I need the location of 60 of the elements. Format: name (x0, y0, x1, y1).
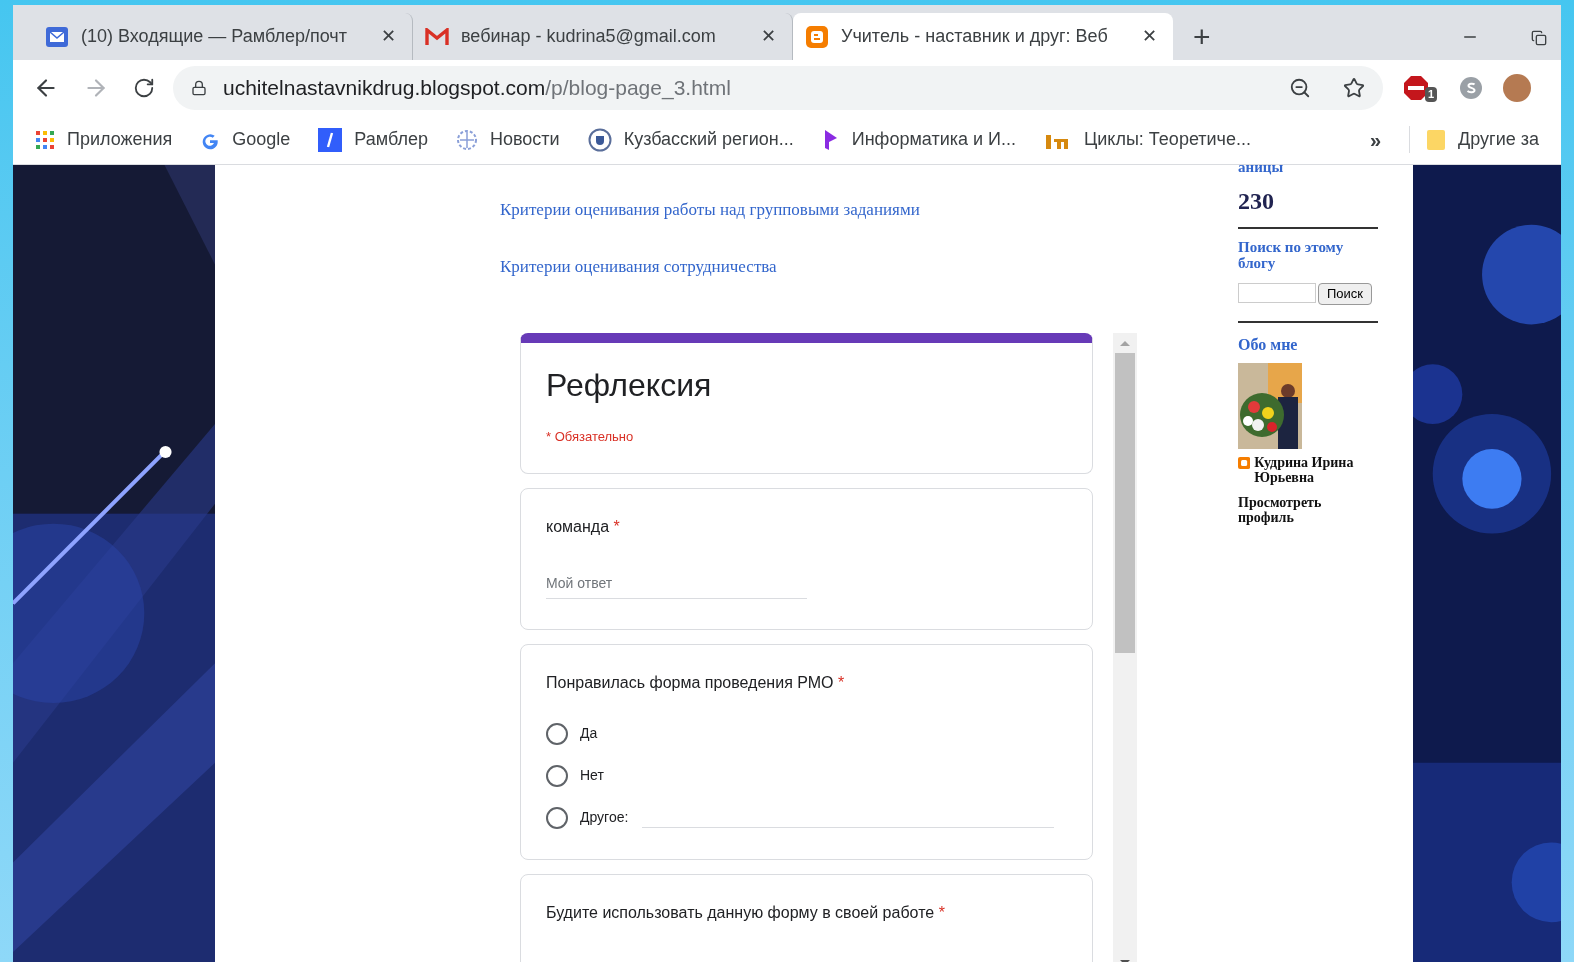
widget-heading: Поиск по этому блогу (1238, 239, 1345, 271)
lock-icon (191, 79, 207, 96)
browser-tab[interactable]: (10) Входящие — Рамблер/почт ✕ (33, 13, 413, 60)
question-label: команда * (546, 516, 621, 537)
option-label: Да (580, 724, 598, 743)
blog-link[interactable]: Критерии оценивания работы над групповыми заданиями (500, 197, 1238, 223)
restore-icon[interactable] (1531, 30, 1547, 46)
browser-tab[interactable]: Учитель - наставник и друг: Веб ✕ (793, 13, 1173, 60)
tab-close-button[interactable]: ✕ (757, 23, 780, 50)
bookmark-item[interactable]: Google (200, 126, 291, 153)
blog-search-button[interactable]: Поиск (1318, 283, 1373, 305)
question-label: Будите использовать данную форму в своей работе * (546, 902, 946, 923)
envelope-icon (45, 25, 69, 48)
blog-link[interactable]: Критерии оценивания сотрудничества (500, 253, 1238, 279)
blog-search-field[interactable] (1238, 283, 1316, 303)
form-scrollbar[interactable] (1113, 333, 1137, 962)
bookmark-item[interactable]: Кузбасский регион... (587, 126, 794, 153)
tab-close-button[interactable]: ✕ (377, 23, 400, 50)
blogger-icon (1238, 455, 1251, 471)
zoom-out-icon[interactable] (1289, 76, 1311, 99)
profile-avatar[interactable] (1503, 73, 1531, 102)
radio-button[interactable] (546, 764, 568, 787)
bookmark-item[interactable]: Рамблер (318, 126, 428, 153)
apps-grid-icon (35, 129, 55, 150)
bookmark-item[interactable]: Новости (456, 126, 560, 153)
bookmark-item[interactable]: Информатика и И... (821, 126, 1016, 153)
slash-square-icon (318, 127, 343, 152)
globe-icon (456, 128, 478, 151)
profile-link[interactable]: Просмотреть профиль (1238, 495, 1378, 525)
url-text: uchitelnastavnikdrug.blogspot.com/p/blog-page_3.html (223, 74, 731, 102)
required-note: * Обязательно (546, 428, 635, 446)
option-label: Другое: (580, 808, 629, 827)
form-title: Рефлексия (546, 366, 713, 405)
question-label: Понравилась форма проведения РМО * (546, 672, 846, 693)
answer-field[interactable]: Мой ответ (546, 572, 807, 599)
blogger-icon (805, 24, 829, 49)
tab-close-button[interactable]: ✕ (1138, 23, 1161, 50)
stop-sign-icon[interactable] (1403, 74, 1429, 101)
emblem-icon (587, 127, 612, 152)
pageview-counter: 230 (1238, 187, 1275, 216)
skype-icon[interactable] (1459, 75, 1483, 100)
bookmark-star-icon[interactable] (1343, 76, 1365, 99)
folder-icon (1426, 128, 1447, 151)
author-name[interactable]: Кудрина Ирина Юрьевна (1254, 455, 1378, 485)
radio-button[interactable] (546, 806, 568, 829)
address-bar[interactable]: uchitelnastavnikdrug.blogspot.com/p/blog-page_3.html (173, 65, 1383, 110)
other-bookmarks[interactable]: Другие за (1458, 126, 1539, 153)
bookmark-item[interactable]: Циклы: Теоретиче... (1044, 126, 1251, 153)
radio-button[interactable] (546, 722, 568, 745)
widget-heading: аницы (1238, 165, 1285, 175)
reload-icon[interactable] (133, 76, 155, 99)
bookmark-item[interactable]: Приложения (35, 126, 173, 153)
widget-heading: Обо мне (1238, 335, 1299, 355)
tab-title: (10) Входящие — Рамблер/почт (81, 25, 348, 48)
gmail-icon (425, 27, 449, 46)
option-label: Нет (580, 766, 604, 785)
tab-title: Учитель - наставник и друг: Веб (841, 25, 1109, 48)
new-tab-button[interactable]: + (1173, 13, 1231, 60)
tab-title: вебинар - kudrina5@gmail.com (461, 25, 717, 48)
more-bookmarks-button[interactable]: » (1369, 124, 1382, 155)
